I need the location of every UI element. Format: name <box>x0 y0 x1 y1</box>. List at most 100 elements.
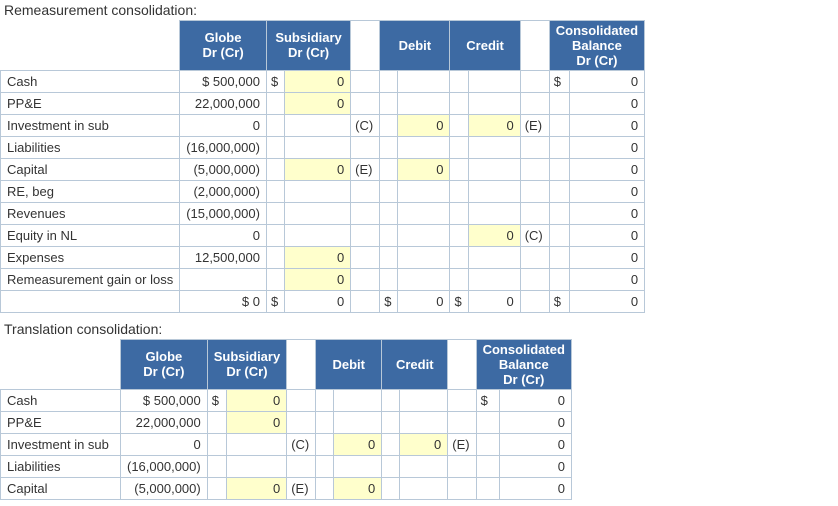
table-row: Cash$ 500,000$0$0 <box>1 70 645 92</box>
total-globe: $ 0 <box>180 290 267 312</box>
cell-bal: 0 <box>500 389 572 411</box>
cell-dc1: (C) <box>287 433 316 455</box>
col-sub-l2: Dr (Cr) <box>288 45 329 60</box>
cell-globe: (5,000,000) <box>121 477 208 499</box>
cell-sub[interactable]: 0 <box>227 389 287 411</box>
cell-globe: (16,000,000) <box>180 136 267 158</box>
col-consol-l2: Balance <box>572 38 622 53</box>
cell-debit[interactable]: 0 <box>334 477 382 499</box>
cell-dc1 <box>351 70 380 92</box>
cell-dc2 <box>520 158 549 180</box>
col-consol-l1: Consolidated <box>556 23 638 38</box>
cell-dc2 <box>520 180 549 202</box>
cell-sub[interactable]: 0 <box>285 246 351 268</box>
cell-bal_sym <box>476 411 499 433</box>
cell-bal: 0 <box>570 70 645 92</box>
cell-sub[interactable]: 0 <box>285 70 351 92</box>
cell-credit <box>468 246 520 268</box>
table-row: PP&E22,000,00000 <box>1 411 572 433</box>
cell-credit <box>400 477 448 499</box>
cell-credit_sym <box>450 246 468 268</box>
cell-bal: 0 <box>570 246 645 268</box>
col-consol-l1b: Consolidated <box>483 342 565 357</box>
cell-credit_sym <box>450 92 468 114</box>
cell-bal_sym <box>549 246 570 268</box>
col-debit-b: Debit <box>316 339 382 389</box>
cell-debit[interactable]: 0 <box>398 114 450 136</box>
cell-debit[interactable]: 0 <box>398 158 450 180</box>
cell-sub[interactable]: 0 <box>227 477 287 499</box>
col-sub-l2b: Dr (Cr) <box>226 364 267 379</box>
cell-credit[interactable]: 0 <box>400 433 448 455</box>
translation-heading: Translation consolidation: <box>0 319 838 339</box>
cell-sub_sym <box>207 455 227 477</box>
table-row: Capital(5,000,000)0(E)00 <box>1 158 645 180</box>
cell-dc1 <box>351 224 380 246</box>
cell-dc1 <box>351 136 380 158</box>
row-label: Investment in sub <box>1 433 121 455</box>
col-sub-l1: Subsidiary <box>275 30 341 45</box>
row-label: Expenses <box>1 246 180 268</box>
cell-sub <box>285 180 351 202</box>
cell-sub[interactable]: 0 <box>227 411 287 433</box>
cell-credit_sym <box>450 224 468 246</box>
cell-dc2 <box>520 92 549 114</box>
cell-bal: 0 <box>570 92 645 114</box>
cell-debit_sym <box>316 433 334 455</box>
table-row: Expenses12,500,00000 <box>1 246 645 268</box>
total-sub: 0 <box>285 290 351 312</box>
cell-sub_sym <box>266 180 284 202</box>
total-dc2blank <box>520 290 549 312</box>
cell-credit <box>468 268 520 290</box>
cell-debit_sym <box>380 70 398 92</box>
col-globe-l2b: Dr (Cr) <box>143 364 184 379</box>
total-bal: 0 <box>570 290 645 312</box>
table-row: Liabilities(16,000,000)0 <box>1 136 645 158</box>
cell-debit <box>398 268 450 290</box>
cell-sub[interactable]: 0 <box>285 158 351 180</box>
cell-sub_sym <box>266 158 284 180</box>
cell-credit_sym <box>450 136 468 158</box>
table-row: PP&E22,000,00000 <box>1 92 645 114</box>
cell-debit_sym <box>316 455 334 477</box>
cell-credit_sym <box>382 389 400 411</box>
cell-credit[interactable]: 0 <box>468 224 520 246</box>
cell-globe: (15,000,000) <box>180 202 267 224</box>
cell-bal: 0 <box>500 455 572 477</box>
cell-credit_sym <box>450 202 468 224</box>
col-consol-l3: Dr (Cr) <box>576 53 617 68</box>
cell-sub_sym <box>266 202 284 224</box>
cell-debit <box>398 70 450 92</box>
total-debit: 0 <box>398 290 450 312</box>
cell-credit[interactable]: 0 <box>468 114 520 136</box>
cell-globe: 0 <box>180 224 267 246</box>
remeasurement-heading: Remeasurement consolidation: <box>0 0 838 20</box>
cell-sub[interactable]: 0 <box>285 268 351 290</box>
cell-sub[interactable]: 0 <box>285 92 351 114</box>
cell-debit[interactable]: 0 <box>334 433 382 455</box>
cell-bal_sym <box>549 224 570 246</box>
row-label: Capital <box>1 477 121 499</box>
remeasurement-table: Globe Dr (Cr) Subsidiary Dr (Cr) Debit C… <box>0 20 645 313</box>
cell-sub <box>285 202 351 224</box>
cell-sub_sym: $ <box>207 389 227 411</box>
cell-globe: 22,000,000 <box>121 411 208 433</box>
cell-debit <box>398 224 450 246</box>
total-bal_sym: $ <box>549 290 570 312</box>
table-row: Revenues(15,000,000) 0 <box>1 202 645 224</box>
cell-dc1 <box>287 411 316 433</box>
col-globe-l1: Globe <box>205 30 242 45</box>
cell-globe: 22,000,000 <box>180 92 267 114</box>
cell-debit_sym <box>380 92 398 114</box>
cell-bal: 0 <box>570 202 645 224</box>
col-globe-l2: Dr (Cr) <box>202 45 243 60</box>
row-label: Revenues <box>1 202 180 224</box>
cell-debit <box>398 180 450 202</box>
total-label <box>1 290 180 312</box>
cell-sub_sym <box>266 268 284 290</box>
cell-dc2 <box>520 202 549 224</box>
cell-dc1: (E) <box>351 158 380 180</box>
cell-debit_sym <box>316 477 334 499</box>
cell-debit_sym <box>380 136 398 158</box>
cell-sub <box>227 433 287 455</box>
